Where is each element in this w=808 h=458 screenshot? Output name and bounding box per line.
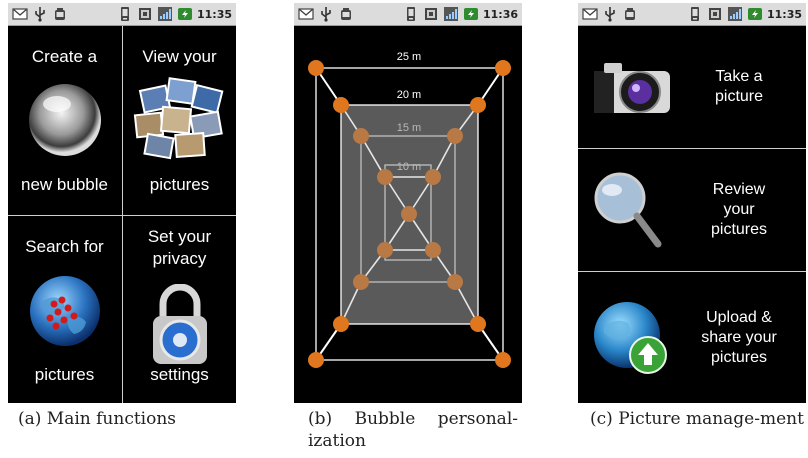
phone-picture-management: 11:35 Take a picture Review your picture… [578,3,806,403]
globe-upload-icon [594,301,667,374]
view-pictures-label-2: pictures [149,175,210,194]
android-icon [622,6,638,22]
center-handle[interactable] [401,206,417,222]
caption-a: (a) Main functions [18,409,177,429]
handle[interactable] [495,352,511,368]
bubble-icon [28,84,101,156]
view-pictures-button[interactable]: View your pictures [123,26,236,214]
usb-icon [318,6,334,22]
phone-bubble-personalization: 11:36 25 m 20 m 15 m 10 m [294,3,522,403]
camera-icon [594,63,670,113]
gmail-icon [298,6,314,22]
handle[interactable] [377,169,393,185]
gmail-icon [12,6,28,22]
handle[interactable] [333,316,349,332]
usb-icon [602,6,618,22]
handle[interactable] [470,316,486,332]
signal-icon [443,6,459,22]
upload-share-label: Upload & share your pictures [676,308,802,368]
caption-c: (c) Picture manage-ment [590,409,804,429]
battery-icon [177,6,193,22]
search-pictures-label-2: pictures [34,365,95,384]
privacy-label-3: settings [150,365,209,384]
distance-label-10m: 10 m [397,161,421,173]
usb-icon [32,6,48,22]
padlock-icon [152,284,207,364]
take-picture-line-1: Take a [715,68,763,85]
globe-pins-icon [29,276,100,346]
create-bubble-label-1: Create a [31,47,98,66]
handle[interactable] [470,97,486,113]
status-time: 11:36 [482,7,518,21]
handle[interactable] [308,60,324,76]
android-icon [52,6,68,22]
take-picture-line-2: picture [714,88,764,105]
handle[interactable] [447,128,463,144]
status-bar: 11:35 [578,3,806,26]
status-time: 11:35 [766,7,802,21]
handle[interactable] [495,60,511,76]
data-icon [707,6,723,22]
handle[interactable] [425,242,441,258]
privacy-label-2: privacy [152,249,207,268]
vibrate-icon [687,6,703,22]
upload-line-3: pictures [710,348,768,366]
caption-b: (b) Bubble personal-ization [308,409,518,451]
distance-label-20m: 20 m [397,89,421,101]
review-pictures-label: Review your pictures [676,180,802,240]
search-pictures-button[interactable]: Search for pictures [8,216,121,403]
handle[interactable] [353,128,369,144]
handle[interactable] [425,169,441,185]
take-picture-button[interactable]: Take a picture [578,26,806,148]
signal-icon [727,6,743,22]
privacy-settings-button[interactable]: Set your privacy settings [123,216,236,403]
review-line-1: Review [712,181,766,198]
status-time: 11:35 [196,7,232,21]
distance-label-25m: 25 m [397,51,421,63]
picture-management-screen: Take a picture Review your pictures Uplo… [578,26,806,403]
handle[interactable] [353,274,369,290]
privacy-label-1: Set your [147,227,212,246]
handle[interactable] [333,97,349,113]
phone-main-functions: 11:35 Create a new bubble View your pict… [8,3,236,403]
data-icon [137,6,153,22]
take-picture-label: Take a picture [676,67,802,107]
handle[interactable] [447,274,463,290]
magnifier-icon [594,172,662,248]
status-bar: 11:36 [294,3,522,26]
review-line-2: your [723,201,755,218]
bubble-editor-screen: 25 m 20 m 15 m 10 m [294,26,522,403]
android-icon [338,6,354,22]
upload-share-button[interactable]: Upload & share your pictures [578,272,806,403]
photos-icon [133,77,223,160]
bubble-diagram: 25 m 20 m 15 m 10 m [308,51,511,368]
handle[interactable] [377,242,393,258]
review-pictures-button[interactable]: Review your pictures [578,149,806,271]
view-pictures-label-1: View your [142,47,217,66]
create-bubble-label-2: new bubble [21,175,108,194]
signal-icon [157,6,173,22]
distance-label-15m: 15 m [397,122,421,134]
data-icon [423,6,439,22]
vibrate-icon [403,6,419,22]
review-line-3: pictures [710,221,768,238]
battery-icon [747,6,763,22]
gmail-icon [582,6,598,22]
battery-icon [463,6,479,22]
upload-line-2: share your [701,328,777,346]
upload-line-1: Upload & [706,308,772,326]
main-functions-screen: Create a new bubble View your pictures S… [8,26,236,403]
search-pictures-label-1: Search for [25,237,104,256]
handle[interactable] [308,352,324,368]
status-bar: 11:35 [8,3,236,26]
vibrate-icon [117,6,133,22]
create-bubble-button[interactable]: Create a new bubble [8,26,121,214]
